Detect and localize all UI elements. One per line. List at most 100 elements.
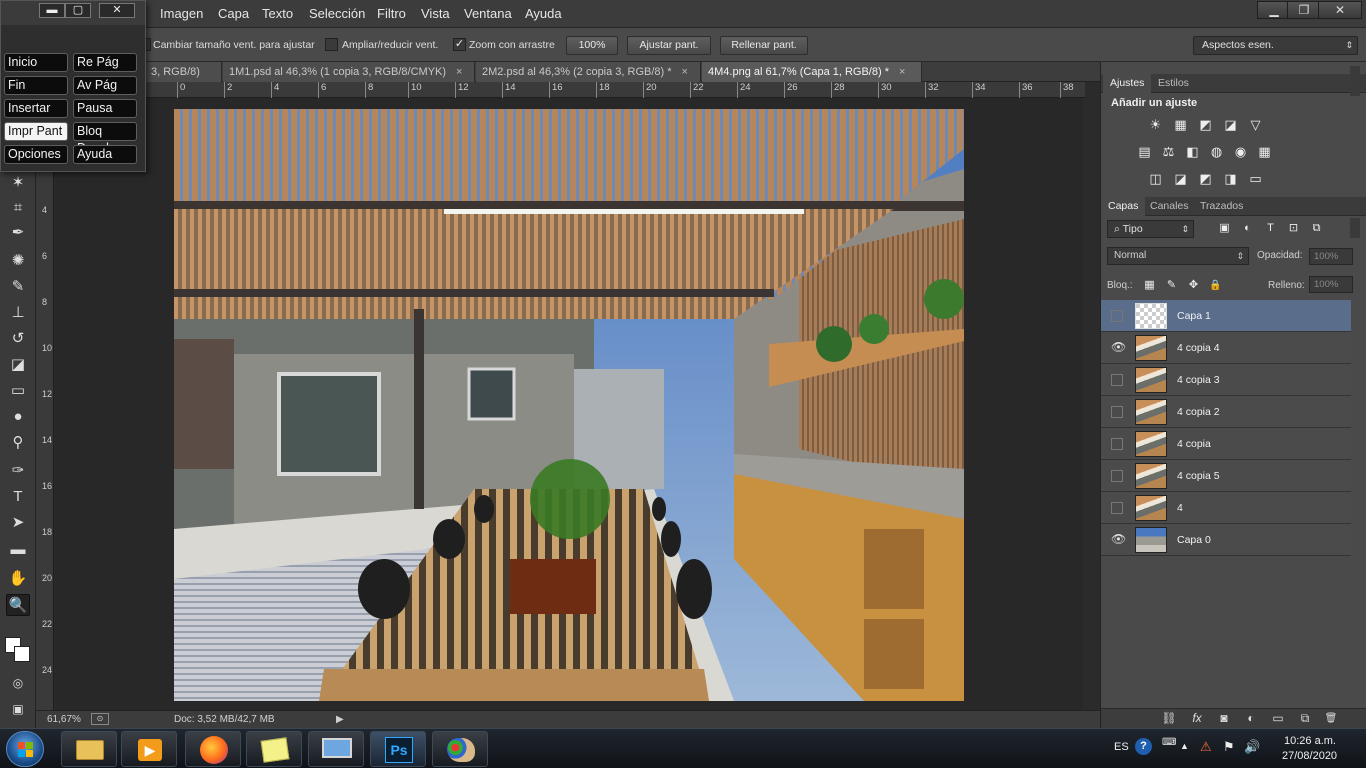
- visibility-toggle[interactable]: [1111, 470, 1123, 482]
- layer-thumbnail[interactable]: [1135, 527, 1167, 553]
- taskbar-paint[interactable]: [432, 731, 488, 767]
- filter-type-icon[interactable]: T: [1262, 221, 1279, 236]
- menu-filtro[interactable]: Filtro: [377, 6, 406, 21]
- zoom-all-checkbox[interactable]: [325, 38, 338, 51]
- fill-screen-button[interactable]: Rellenar pant.: [720, 36, 808, 55]
- taskbar-remote-desktop[interactable]: [308, 731, 364, 767]
- lock-transparent-icon[interactable]: ▦: [1141, 278, 1158, 293]
- layer-thumbnail[interactable]: [1135, 495, 1167, 521]
- visibility-toggle[interactable]: [1111, 374, 1123, 386]
- key-ayuda[interactable]: Ayuda: [73, 145, 137, 164]
- layer-thumbnail[interactable]: [1135, 399, 1167, 425]
- zoom-level[interactable]: 61,67%: [47, 714, 81, 725]
- pen-tool-icon[interactable]: ✑: [6, 460, 30, 482]
- ruler-vertical[interactable]: 4 6 8 10 12 14 16 18 20 22 24: [36, 98, 54, 710]
- selective-color-icon[interactable]: ◨: [1222, 171, 1239, 186]
- foreground-color-swatch[interactable]: [14, 646, 30, 662]
- lock-all-icon[interactable]: 🔒: [1207, 278, 1224, 293]
- visibility-toggle[interactable]: [1111, 310, 1123, 322]
- taskbar-explorer[interactable]: [61, 731, 117, 767]
- healing-tool-icon[interactable]: ✺: [6, 250, 30, 272]
- menu-ventana[interactable]: Ventana: [464, 6, 512, 21]
- layer-thumbnail[interactable]: [1135, 431, 1167, 457]
- clock-time[interactable]: 10:26 a.m.: [1284, 735, 1336, 747]
- status-menu-arrow-icon[interactable]: ▶: [336, 714, 344, 725]
- opacity-field[interactable]: 100%: [1309, 248, 1353, 265]
- layer-row[interactable]: 4: [1101, 492, 1351, 524]
- eraser-tool-icon[interactable]: ◪: [6, 354, 30, 376]
- path-select-tool-icon[interactable]: ➤: [6, 512, 30, 534]
- filter-pixel-icon[interactable]: ▣: [1216, 221, 1233, 236]
- layer-thumbnail[interactable]: [1135, 335, 1167, 361]
- taskbar-firefox[interactable]: [185, 731, 241, 767]
- key-opciones[interactable]: Opciones: [4, 145, 68, 164]
- invert-adjust-icon[interactable]: ◫: [1147, 171, 1164, 186]
- tab-estilos[interactable]: Estilos: [1151, 74, 1196, 93]
- trash-icon[interactable]: 🗑: [1323, 711, 1339, 726]
- visibility-toggle[interactable]: [1111, 406, 1123, 418]
- zoom-tool-icon[interactable]: 🔍: [6, 594, 30, 616]
- restore-button[interactable]: ❐: [1287, 1, 1321, 19]
- panel-scrollbar[interactable]: [1350, 66, 1360, 96]
- new-adjustment-icon[interactable]: ◐: [1243, 711, 1259, 726]
- taskbar-media-player[interactable]: ▶: [121, 731, 177, 767]
- brightness-adjust-icon[interactable]: ☀: [1147, 117, 1164, 132]
- keyboard-layout-icon[interactable]: ⌨: [1162, 737, 1176, 748]
- levels-adjust-icon[interactable]: ▦: [1172, 117, 1189, 132]
- filter-adjustment-icon[interactable]: ◐: [1239, 221, 1256, 236]
- fit-screen-button[interactable]: Ajustar pant.: [627, 36, 711, 55]
- new-group-icon[interactable]: ▭: [1270, 711, 1286, 726]
- doc-tab-0[interactable]: 3, RGB/8): [145, 62, 222, 82]
- tab-canales[interactable]: Canales: [1143, 197, 1196, 216]
- layer-thumbnail[interactable]: [1135, 303, 1167, 329]
- gradient-tool-icon[interactable]: ▭: [6, 380, 30, 402]
- menu-seleccion[interactable]: Selección: [309, 6, 365, 21]
- clock-date[interactable]: 27/08/2020: [1282, 750, 1337, 762]
- channel-mixer-icon[interactable]: ◉: [1232, 144, 1249, 159]
- hand-tool-icon[interactable]: ✋: [6, 568, 30, 590]
- blur-tool-icon[interactable]: ●: [6, 406, 30, 428]
- zoom-widget-icon[interactable]: ⊙: [91, 713, 109, 725]
- taskbar-sticky-notes[interactable]: [246, 731, 302, 767]
- close-icon[interactable]: ×: [456, 62, 462, 82]
- visibility-toggle[interactable]: [1111, 438, 1123, 450]
- lock-image-icon[interactable]: ✎: [1163, 278, 1180, 293]
- document-image[interactable]: [174, 109, 964, 701]
- menu-imagen[interactable]: Imagen: [160, 6, 203, 21]
- blend-mode-select[interactable]: Normal ⇕: [1107, 247, 1249, 265]
- dodge-tool-icon[interactable]: ⚲: [6, 432, 30, 454]
- eye-icon[interactable]: 👁: [1111, 533, 1126, 546]
- minimize-button[interactable]: ▁: [1257, 1, 1291, 19]
- layer-row[interactable]: 👁 4 copia 4: [1101, 332, 1351, 364]
- tab-ajustes[interactable]: Ajustes: [1103, 74, 1152, 93]
- start-button[interactable]: [6, 731, 44, 767]
- fill-field[interactable]: 100%: [1309, 276, 1353, 293]
- scrubby-zoom-checkbox[interactable]: ✓: [453, 38, 466, 51]
- doc-tab-1m1[interactable]: 1M1.psd al 46,3% (1 copia 3, RGB/8/CMYK)…: [223, 62, 475, 82]
- layer-thumbnail[interactable]: [1135, 367, 1167, 393]
- quick-mask-icon[interactable]: ◎: [6, 672, 30, 694]
- network-icon[interactable]: ⚠: [1200, 739, 1212, 755]
- keyboard-minimize-button[interactable]: ▬: [39, 3, 65, 18]
- hue-adjust-icon[interactable]: ▤: [1136, 144, 1153, 159]
- menu-vista[interactable]: Vista: [421, 6, 450, 21]
- new-layer-icon[interactable]: ⧉: [1297, 711, 1313, 726]
- visibility-toggle[interactable]: [1111, 502, 1123, 514]
- tab-capas[interactable]: Capas: [1101, 197, 1146, 216]
- menu-ayuda[interactable]: Ayuda: [525, 6, 562, 21]
- add-mask-icon[interactable]: ◙: [1216, 711, 1232, 726]
- layer-row[interactable]: 👁 Capa 0: [1101, 524, 1351, 556]
- tab-trazados[interactable]: Trazados: [1193, 197, 1250, 216]
- layer-thumbnail[interactable]: [1135, 463, 1167, 489]
- help-icon[interactable]: ?: [1135, 738, 1152, 755]
- workspace-select[interactable]: Aspectos esen. ⇕: [1193, 36, 1358, 55]
- close-icon[interactable]: ×: [682, 62, 688, 82]
- gradient-map-icon[interactable]: ▭: [1247, 171, 1264, 186]
- posterize-icon[interactable]: ◪: [1172, 171, 1189, 186]
- layer-row[interactable]: 4 copia: [1101, 428, 1351, 460]
- color-balance-icon[interactable]: ⚖: [1160, 144, 1177, 159]
- stamp-tool-icon[interactable]: ⊥: [6, 302, 30, 324]
- vibrance-adjust-icon[interactable]: ▽: [1247, 117, 1264, 132]
- filter-smart-object-icon[interactable]: ⧉: [1308, 221, 1325, 236]
- close-button[interactable]: ✕: [1318, 1, 1362, 19]
